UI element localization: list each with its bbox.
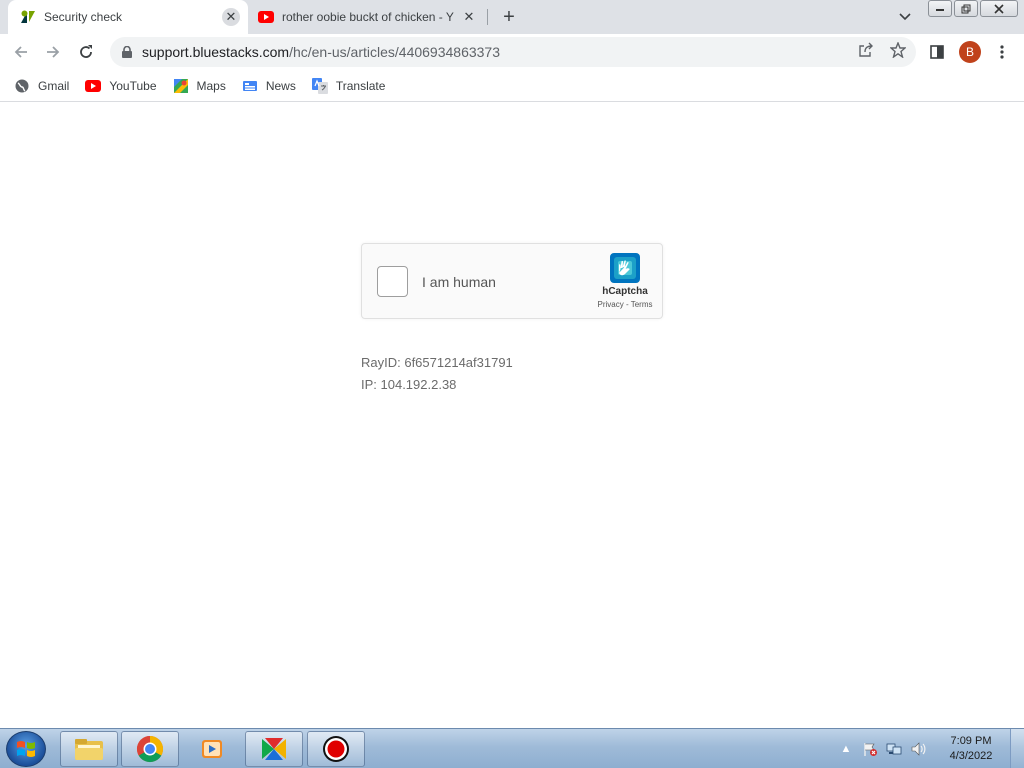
close-tab-icon[interactable]: ✕ <box>460 8 478 26</box>
translate-icon <box>311 77 328 94</box>
chrome-icon <box>136 735 164 763</box>
hcaptcha-widget: I am human hCaptcha Privacy - Terms <box>361 243 663 319</box>
ip-address: IP: 104.192.2.38 <box>361 377 457 392</box>
bookmark-youtube[interactable]: YouTube <box>85 78 157 94</box>
clock-time: 7:09 PM <box>950 735 992 747</box>
bluestacks-taskbar-button[interactable] <box>245 731 303 767</box>
hcaptcha-logo-icon[interactable] <box>608 251 642 285</box>
system-tray: ▲ 7:09 PM 4/3/2022 <box>836 729 1024 768</box>
forward-arrow-icon[interactable] <box>40 39 66 65</box>
volume-icon[interactable] <box>908 739 928 759</box>
url-text: support.bluestacks.com/hc/en-us/articles… <box>142 44 500 60</box>
bookmark-label: YouTube <box>109 78 157 93</box>
bookmark-label: Gmail <box>38 78 70 93</box>
zendesk-icon <box>20 9 36 25</box>
restore-button[interactable] <box>954 0 978 17</box>
folder-icon <box>75 739 103 760</box>
bookmark-star-icon[interactable] <box>889 41 907 59</box>
back-arrow-icon[interactable] <box>8 39 34 65</box>
privacy-link[interactable]: Privacy <box>598 300 624 309</box>
kebab-menu-icon[interactable] <box>989 39 1015 65</box>
bookmark-news[interactable]: News <box>242 78 296 94</box>
windows-logo-icon <box>17 741 35 757</box>
tab-title: rother oobie buckt of chicken - Y <box>282 10 454 24</box>
taskbar-clock[interactable]: 7:09 PM 4/3/2022 <box>938 734 1004 764</box>
connection-info: RayID: 6f6571214af31791 IP: 104.192.2.38 <box>361 352 513 396</box>
network-icon[interactable] <box>884 739 904 759</box>
globe-icon <box>14 78 30 94</box>
bookmarks-bar: Gmail YouTube Maps News Translate <box>0 70 1024 102</box>
tab-security-check[interactable]: Security check ✕ <box>8 0 248 34</box>
explorer-taskbar-button[interactable] <box>60 731 118 767</box>
ray-id: RayID: 6f6571214af31791 <box>361 355 513 370</box>
tab-search-chevron-icon[interactable] <box>896 8 914 26</box>
url-host: support.bluestacks.com <box>142 44 290 60</box>
tab-strip: Security check ✕ rother oobie buckt of c… <box>0 0 1024 34</box>
link-separator: - <box>623 300 631 309</box>
news-icon <box>242 78 258 94</box>
record-icon <box>323 736 349 762</box>
hcaptcha-brand: hCaptcha <box>602 286 648 297</box>
show-hidden-icons-arrow-icon[interactable]: ▲ <box>836 739 856 759</box>
bookmark-maps[interactable]: Maps <box>173 78 226 94</box>
close-tab-icon[interactable]: ✕ <box>222 8 240 26</box>
share-icon[interactable] <box>857 41 875 59</box>
chrome-taskbar-button[interactable] <box>121 731 179 767</box>
windows-taskbar: ▲ 7:09 PM 4/3/2022 <box>0 728 1024 768</box>
terms-link[interactable]: Terms <box>631 300 653 309</box>
start-button[interactable] <box>6 731 46 767</box>
tab-youtube[interactable]: rother oobie buckt of chicken - Y ✕ <box>250 0 486 34</box>
tab-title: Security check <box>44 10 123 24</box>
minimize-button[interactable] <box>928 0 952 17</box>
tab-separator <box>487 9 488 25</box>
youtube-icon <box>85 78 102 94</box>
hcaptcha-links: Privacy - Terms <box>588 300 662 309</box>
action-center-flag-icon[interactable] <box>860 739 880 759</box>
bookmark-label: Translate <box>335 78 386 93</box>
recorder-taskbar-button[interactable] <box>307 731 365 767</box>
bookmark-label: Maps <box>196 78 226 93</box>
bookmark-translate[interactable]: Translate <box>311 77 386 94</box>
browser-toolbar: support.bluestacks.com/hc/en-us/articles… <box>0 34 1024 70</box>
media-player-icon <box>202 740 222 758</box>
captcha-label: I am human <box>422 274 496 290</box>
address-bar[interactable]: support.bluestacks.com/hc/en-us/articles… <box>110 37 916 67</box>
profile-avatar[interactable]: B <box>957 39 983 65</box>
captcha-checkbox[interactable] <box>377 266 408 297</box>
show-desktop-button[interactable] <box>1010 729 1024 768</box>
side-panel-icon[interactable] <box>924 39 950 65</box>
close-window-button[interactable] <box>980 0 1018 17</box>
maps-icon <box>173 78 189 94</box>
youtube-icon <box>258 9 274 25</box>
window-controls <box>928 0 1018 17</box>
profile-initial: B <box>959 41 981 63</box>
lock-icon[interactable] <box>112 37 142 67</box>
reload-icon[interactable] <box>73 39 99 65</box>
new-tab-button[interactable]: + <box>498 6 520 28</box>
clock-date: 4/3/2022 <box>949 750 993 762</box>
url-path: /hc/en-us/articles/4406934863373 <box>289 44 501 60</box>
bluestacks-icon <box>262 738 286 760</box>
bookmark-gmail[interactable]: Gmail <box>14 78 69 94</box>
media-player-taskbar-button[interactable] <box>183 731 241 767</box>
bookmark-label: News <box>265 78 296 93</box>
